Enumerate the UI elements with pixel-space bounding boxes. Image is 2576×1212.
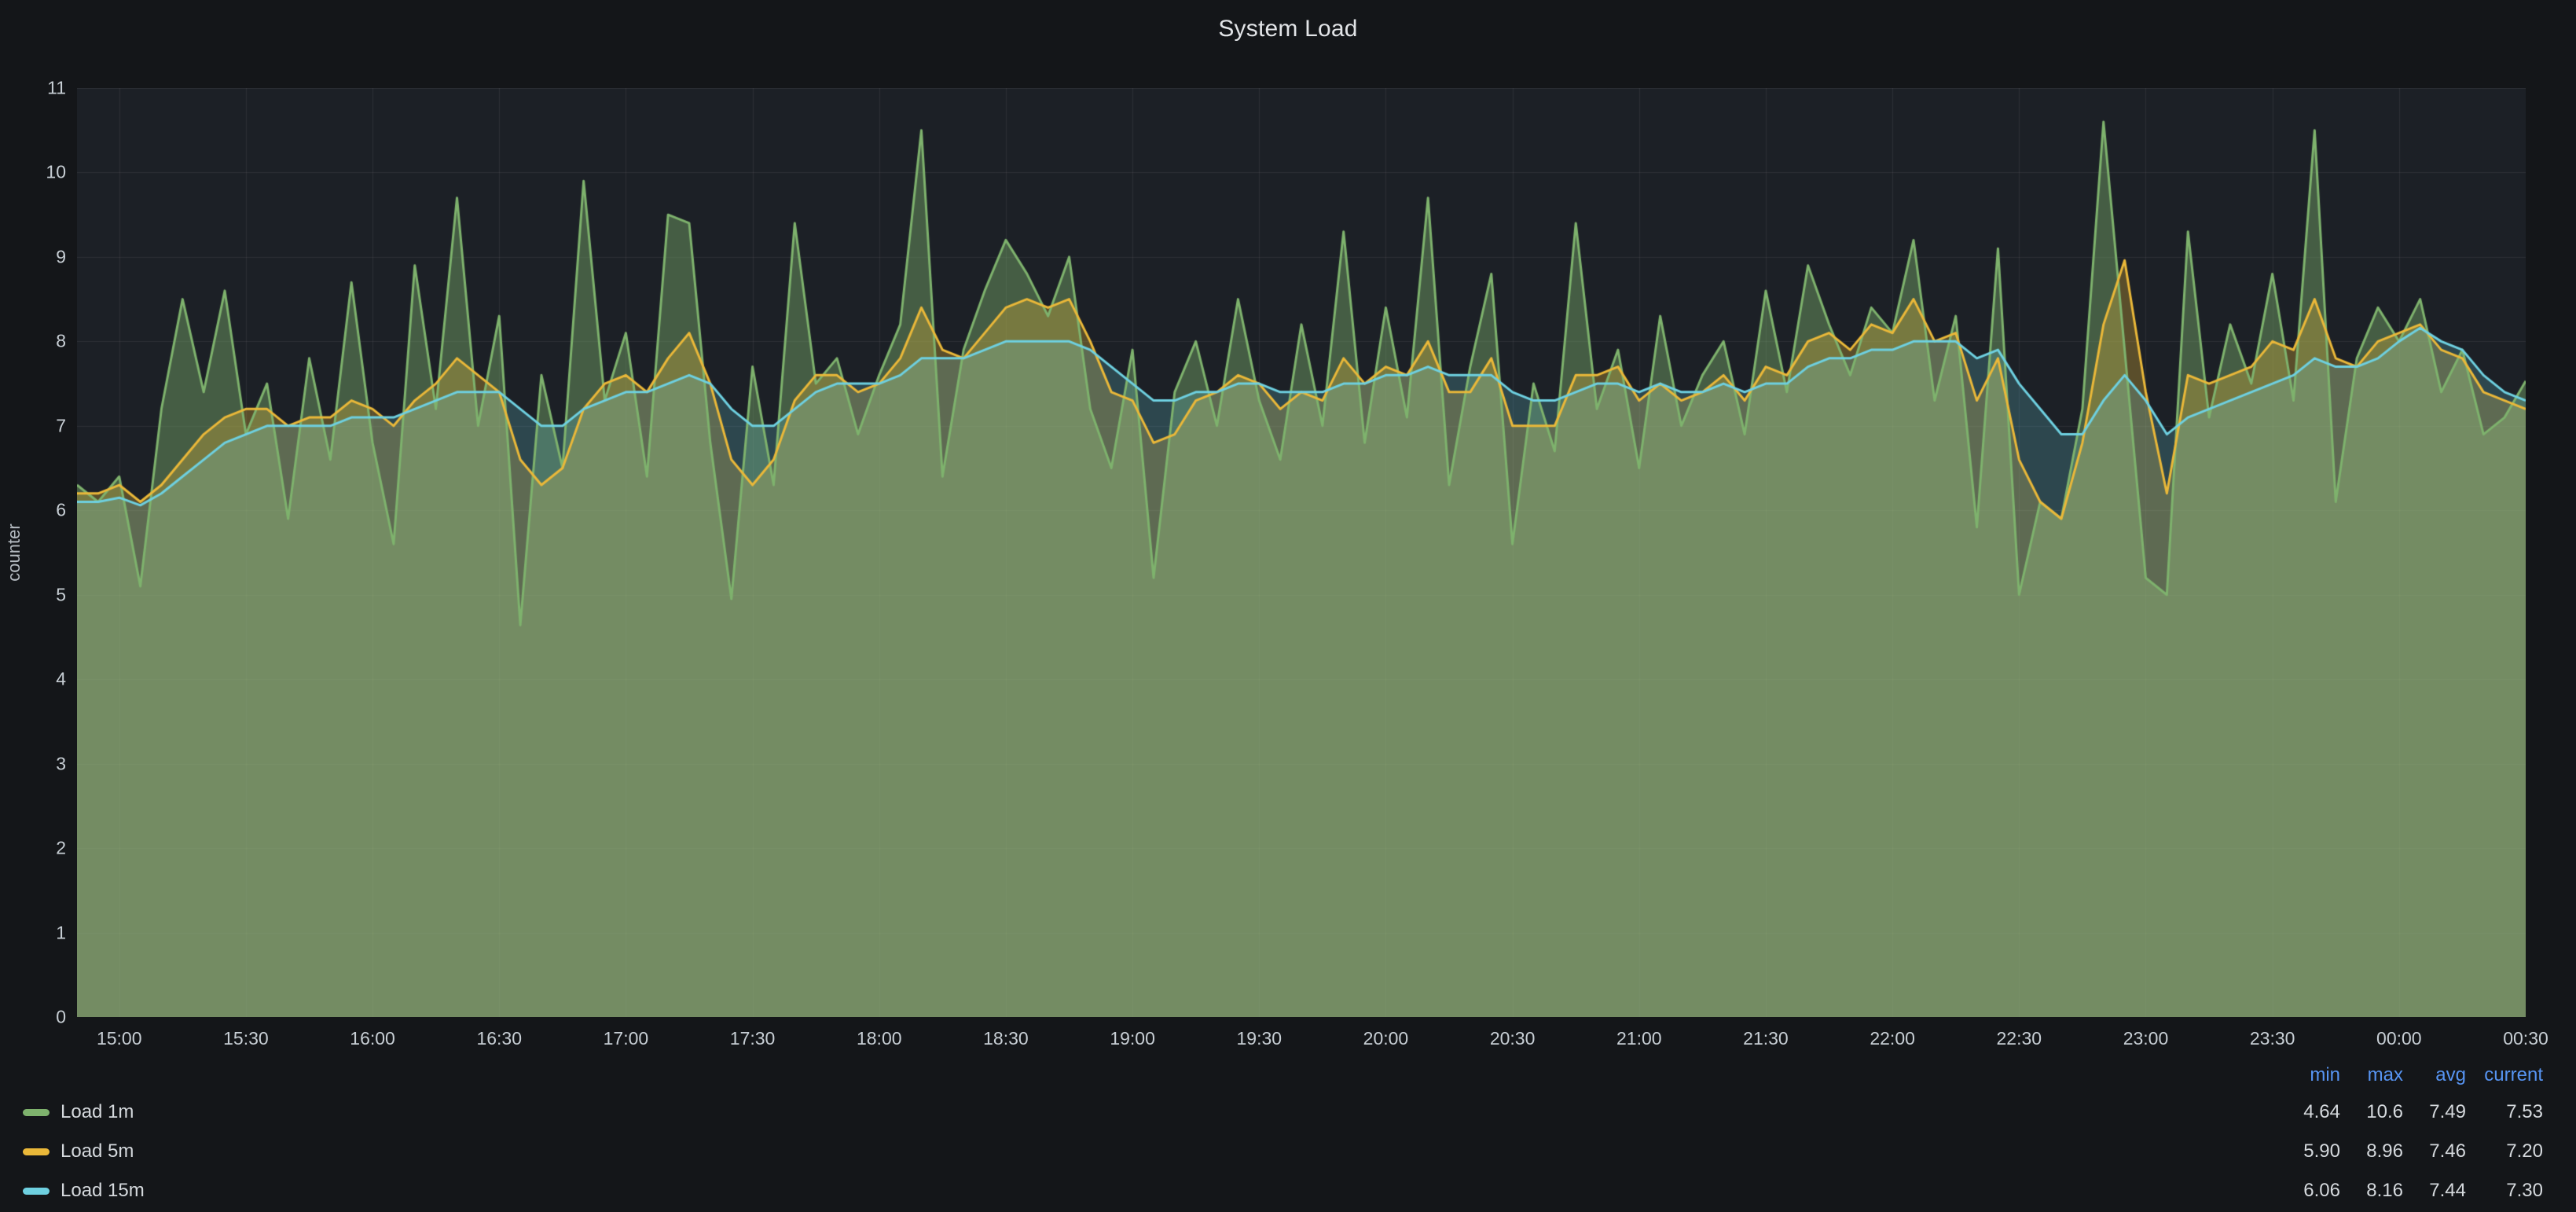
y-tick-label: 4	[0, 669, 66, 690]
y-tick-label: 2	[0, 838, 66, 859]
x-tick-label: 19:00	[1077, 1028, 1187, 1049]
x-tick-label: 17:00	[571, 1028, 681, 1049]
x-tick-label: 18:00	[824, 1028, 934, 1049]
system-load-panel: System Load counter 01234567891011 15:00…	[0, 0, 2576, 1212]
y-tick-label: 10	[0, 162, 66, 183]
x-tick-label: 20:00	[1330, 1028, 1440, 1049]
legend-header-min[interactable]: min	[2268, 1064, 2340, 1086]
legend-header-max[interactable]: max	[2340, 1064, 2403, 1086]
x-tick-label: 15:30	[191, 1028, 301, 1049]
y-tick-label: 1	[0, 922, 66, 943]
y-tick-label: 5	[0, 584, 66, 605]
stat-max-value: 10.6	[2340, 1101, 2403, 1123]
x-tick-label: 00:00	[2344, 1028, 2454, 1049]
legend-row-load-5m: Load 5m 5.908.967.467.20	[0, 1132, 2576, 1171]
y-tick-label: 6	[0, 500, 66, 521]
series-color-marker	[23, 1109, 50, 1116]
y-tick-label: 11	[0, 78, 66, 99]
stat-min-value: 6.06	[2268, 1180, 2340, 1202]
plot-area: counter 01234567891011 15:0015:3016:0016…	[0, 0, 2576, 1212]
stat-current-value: 7.20	[2466, 1140, 2543, 1162]
stat-max-value: 8.96	[2340, 1140, 2403, 1162]
legend-header-row: minmaxavgcurrent	[0, 1058, 2576, 1093]
stat-max-value: 8.16	[2340, 1180, 2403, 1202]
stat-min-value: 4.64	[2268, 1101, 2340, 1123]
x-tick-label: 18:30	[951, 1028, 1061, 1049]
x-tick-label: 23:00	[2090, 1028, 2200, 1049]
stat-avg-value: 7.44	[2403, 1180, 2466, 1202]
stat-avg-value: 7.46	[2403, 1140, 2466, 1162]
legend-header-current[interactable]: current	[2466, 1064, 2543, 1086]
legend-row-load-1m: Load 1m 4.6410.67.497.53	[0, 1093, 2576, 1132]
stat-avg-value: 7.49	[2403, 1101, 2466, 1123]
legend: minmaxavgcurrentLoad 1m4.6410.67.497.53L…	[0, 1058, 2576, 1210]
stat-min-value: 5.90	[2268, 1140, 2340, 1162]
series-label[interactable]: Load 1m	[61, 1101, 134, 1123]
series-label[interactable]: Load 15m	[61, 1180, 145, 1202]
y-tick-label: 9	[0, 246, 66, 267]
x-tick-label: 23:30	[2218, 1028, 2328, 1049]
x-tick-label: 16:30	[444, 1028, 554, 1049]
x-tick-label: 22:30	[1964, 1028, 2074, 1049]
x-tick-label: 20:30	[1458, 1028, 1568, 1049]
x-tick-label: 00:30	[2471, 1028, 2576, 1049]
y-tick-label: 8	[0, 331, 66, 352]
stat-current-value: 7.30	[2466, 1180, 2543, 1202]
legend-row-load-15m: Load 15m 6.068.167.447.30	[0, 1171, 2576, 1210]
x-tick-label: 16:00	[317, 1028, 427, 1049]
x-tick-label: 21:30	[1711, 1028, 1821, 1049]
series-color-marker	[23, 1148, 50, 1155]
y-tick-label: 3	[0, 753, 66, 774]
x-tick-label: 22:00	[1837, 1028, 1947, 1049]
stat-current-value: 7.53	[2466, 1101, 2543, 1123]
series-color-marker	[23, 1188, 50, 1195]
legend-header-avg[interactable]: avg	[2403, 1064, 2466, 1086]
x-tick-label: 19:30	[1204, 1028, 1314, 1049]
series-label[interactable]: Load 5m	[61, 1140, 134, 1162]
y-tick-label: 7	[0, 415, 66, 436]
system-load-chart[interactable]	[77, 88, 2526, 1017]
x-tick-label: 15:00	[64, 1028, 174, 1049]
x-tick-label: 17:30	[698, 1028, 808, 1049]
y-tick-label: 0	[0, 1007, 66, 1028]
x-tick-label: 21:00	[1584, 1028, 1694, 1049]
